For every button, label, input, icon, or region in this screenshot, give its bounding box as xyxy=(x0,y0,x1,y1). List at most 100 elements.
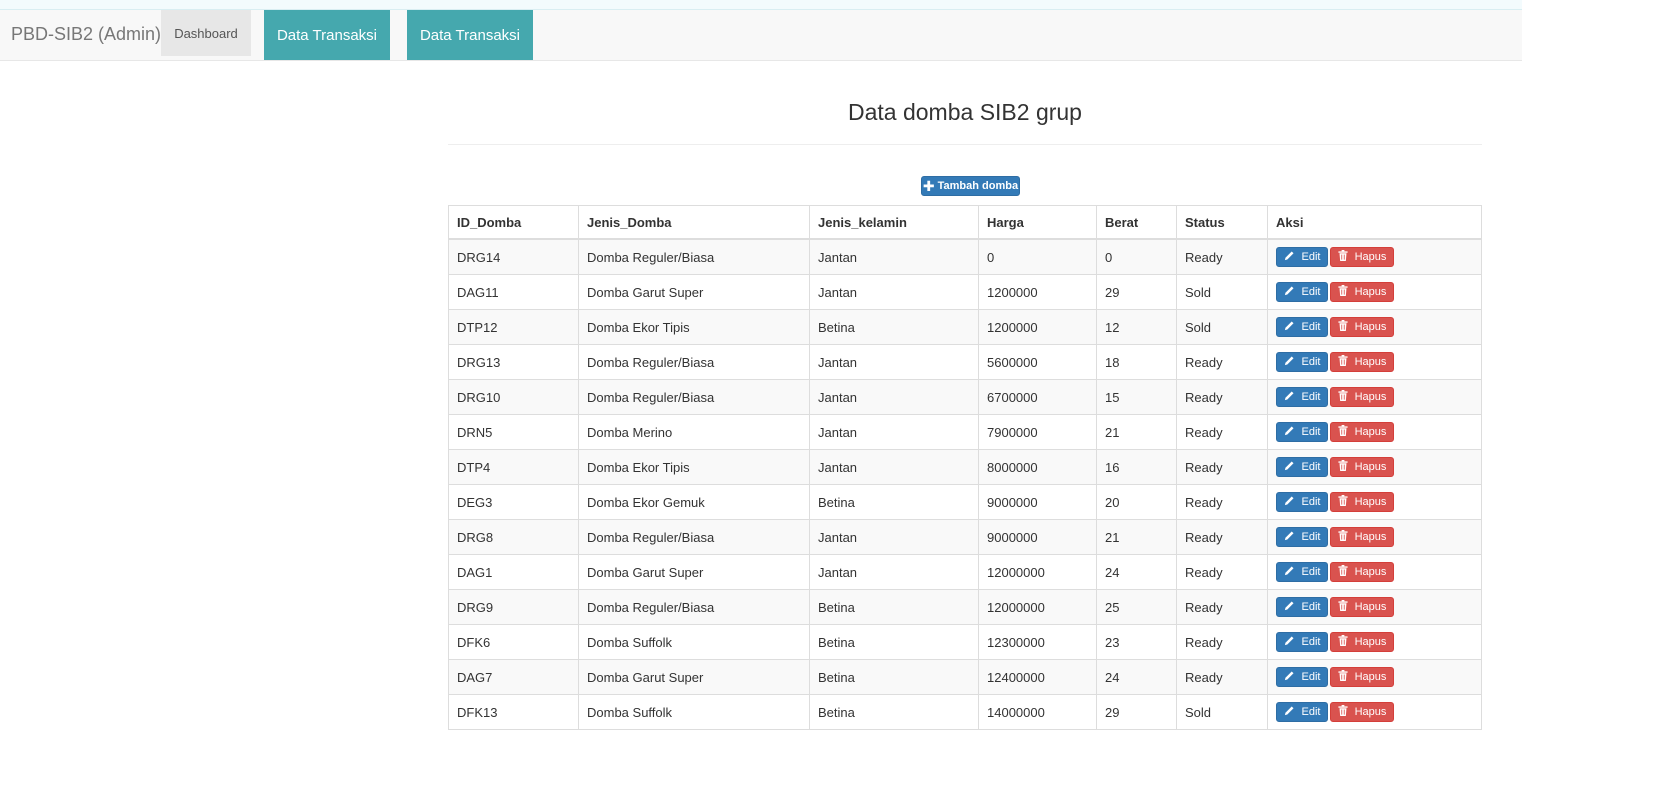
delete-button[interactable]: Hapus xyxy=(1330,492,1394,512)
cell-harga: 1200000 xyxy=(978,309,1097,345)
pencil-icon xyxy=(1284,670,1295,684)
cell-harga: 6700000 xyxy=(978,379,1097,415)
cell-status: Ready xyxy=(1176,379,1268,415)
delete-button[interactable]: Hapus xyxy=(1330,632,1394,652)
pencil-icon xyxy=(1284,705,1295,719)
pencil-icon xyxy=(1284,530,1295,544)
page-title: Data domba SIB2 grup xyxy=(848,99,1082,125)
delete-button[interactable]: Hapus xyxy=(1330,387,1394,407)
delete-label: Hapus xyxy=(1354,391,1387,403)
edit-label: Edit xyxy=(1301,356,1321,368)
cell-berat: 12 xyxy=(1096,309,1177,345)
trash-icon xyxy=(1338,320,1348,334)
cell-harga: 9000000 xyxy=(978,519,1097,555)
trash-icon xyxy=(1338,390,1348,404)
cell-berat: 23 xyxy=(1096,624,1177,660)
cell-berat: 29 xyxy=(1096,274,1177,310)
nav-data-transaksi-2[interactable]: Data Transaksi xyxy=(407,10,533,60)
nav-data-transaksi-1[interactable]: Data Transaksi xyxy=(264,10,390,60)
edit-button[interactable]: Edit xyxy=(1276,702,1328,722)
cell-harga: 5600000 xyxy=(978,344,1097,380)
edit-label: Edit xyxy=(1301,706,1321,718)
edit-button[interactable]: Edit xyxy=(1276,387,1328,407)
edit-button[interactable]: Edit xyxy=(1276,457,1328,477)
cell-harga: 8000000 xyxy=(978,449,1097,485)
cell-id-domba: DFK6 xyxy=(448,624,579,660)
edit-button[interactable]: Edit xyxy=(1276,632,1328,652)
delete-button[interactable]: Hapus xyxy=(1330,352,1394,372)
cell-id-domba: DRG14 xyxy=(448,238,579,275)
table-row: DTP4 Domba Ekor Tipis Jantan 8000000 16 Ready… xyxy=(448,449,1482,485)
add-domba-button[interactable]: ✚ Tambah domba xyxy=(921,176,1020,196)
plus-icon: ✚ xyxy=(922,178,935,194)
cell-id-domba: DRG9 xyxy=(448,589,579,625)
trash-icon xyxy=(1338,355,1348,369)
cell-jenis-kelamin: Jantan xyxy=(809,379,979,415)
cell-aksi: Edit Hapus xyxy=(1267,238,1482,275)
cell-status: Ready xyxy=(1176,659,1268,695)
cell-aksi: Edit Hapus xyxy=(1267,379,1482,415)
cell-jenis-kelamin: Jantan xyxy=(809,238,979,275)
cell-jenis-kelamin: Betina xyxy=(809,484,979,520)
cell-id-domba: DRN5 xyxy=(448,414,579,450)
delete-button[interactable]: Hapus xyxy=(1330,597,1394,617)
pencil-icon xyxy=(1284,460,1295,474)
delete-button[interactable]: Hapus xyxy=(1330,247,1394,267)
cell-jenis-domba: Domba Reguler/Biasa xyxy=(578,589,810,625)
nav-dashboard[interactable]: Dashboard xyxy=(161,10,251,56)
pencil-icon xyxy=(1284,600,1295,614)
edit-button[interactable]: Edit xyxy=(1276,317,1328,337)
delete-button[interactable]: Hapus xyxy=(1330,317,1394,337)
cell-jenis-domba: Domba Garut Super xyxy=(578,659,810,695)
table-body: DRG14 Domba Reguler/Biasa Jantan 0 0 Ready Edi… xyxy=(448,238,1482,730)
cell-aksi: Edit Hapus xyxy=(1267,484,1482,520)
edit-button[interactable]: Edit xyxy=(1276,492,1328,512)
delete-label: Hapus xyxy=(1354,566,1387,578)
delete-button[interactable]: Hapus xyxy=(1330,667,1394,687)
delete-button[interactable]: Hapus xyxy=(1330,527,1394,547)
pencil-icon xyxy=(1284,250,1295,264)
table-row: DRG9 Domba Reguler/Biasa Betina 12000000 25 R… xyxy=(448,589,1482,625)
cell-jenis-domba: Domba Ekor Tipis xyxy=(578,449,810,485)
pencil-icon xyxy=(1284,285,1295,299)
delete-button[interactable]: Hapus xyxy=(1330,457,1394,477)
edit-button[interactable]: Edit xyxy=(1276,352,1328,372)
delete-button[interactable]: Hapus xyxy=(1330,422,1394,442)
delete-button[interactable]: Hapus xyxy=(1330,282,1394,302)
delete-label: Hapus xyxy=(1354,251,1387,263)
table-row: DAG11 Domba Garut Super Jantan 1200000 29 Sol… xyxy=(448,274,1482,310)
edit-button[interactable]: Edit xyxy=(1276,282,1328,302)
cell-id-domba: DRG8 xyxy=(448,519,579,555)
table-header-row: ID_Domba Jenis_Domba Jenis_kelamin Harga… xyxy=(448,205,1482,240)
edit-label: Edit xyxy=(1301,671,1321,683)
cell-jenis-kelamin: Betina xyxy=(809,694,979,730)
edit-button[interactable]: Edit xyxy=(1276,667,1328,687)
cell-id-domba: DTP4 xyxy=(448,449,579,485)
edit-button[interactable]: Edit xyxy=(1276,597,1328,617)
edit-button[interactable]: Edit xyxy=(1276,527,1328,547)
cell-harga: 12400000 xyxy=(978,659,1097,695)
cell-berat: 29 xyxy=(1096,694,1177,730)
cell-aksi: Edit Hapus xyxy=(1267,694,1482,730)
cell-aksi: Edit Hapus xyxy=(1267,519,1482,555)
cell-aksi: Edit Hapus xyxy=(1267,274,1482,310)
header-aksi: Aksi xyxy=(1267,205,1482,240)
delete-button[interactable]: Hapus xyxy=(1330,702,1394,722)
trash-icon xyxy=(1338,285,1348,299)
edit-button[interactable]: Edit xyxy=(1276,247,1328,267)
cell-harga: 9000000 xyxy=(978,484,1097,520)
edit-label: Edit xyxy=(1301,461,1321,473)
cell-berat: 21 xyxy=(1096,414,1177,450)
cell-jenis-domba: Domba Suffolk xyxy=(578,694,810,730)
edit-button[interactable]: Edit xyxy=(1276,422,1328,442)
header-berat: Berat xyxy=(1096,205,1177,240)
cell-jenis-domba: Domba Reguler/Biasa xyxy=(578,379,810,415)
trash-icon xyxy=(1338,670,1348,684)
delete-button[interactable]: Hapus xyxy=(1330,562,1394,582)
pencil-icon xyxy=(1284,565,1295,579)
brand[interactable]: PBD-SIB2 (Admin) xyxy=(11,24,161,45)
cell-aksi: Edit Hapus xyxy=(1267,589,1482,625)
header-id-domba: ID_Domba xyxy=(448,205,579,240)
cell-jenis-domba: Domba Reguler/Biasa xyxy=(578,238,810,275)
edit-button[interactable]: Edit xyxy=(1276,562,1328,582)
